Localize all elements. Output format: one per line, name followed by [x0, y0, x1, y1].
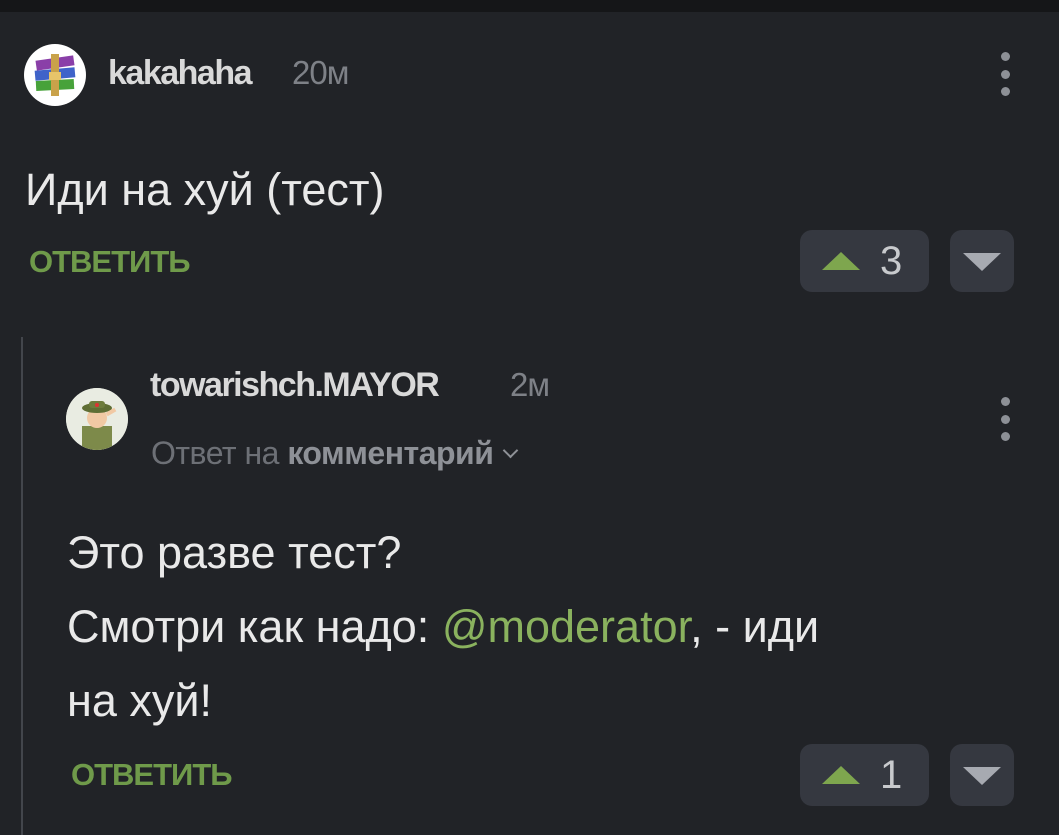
upvote-arrow-icon [822, 766, 860, 784]
upvote-arrow-icon [822, 252, 860, 270]
upvote-button[interactable]: 3 [800, 230, 929, 292]
downvote-button[interactable] [950, 744, 1014, 806]
more-options-icon[interactable] [993, 52, 1017, 96]
comment-username[interactable]: towarishch.MAYOR [150, 366, 440, 405]
downvote-button[interactable] [950, 230, 1014, 292]
downvote-arrow-icon [963, 253, 1001, 271]
mention-link[interactable]: @moderator [442, 601, 690, 652]
soldier-saluting-icon[interactable] [66, 388, 128, 450]
comment-text-segment: , - иди [690, 601, 820, 652]
comment-text-segment: Смотри как надо: [67, 601, 442, 652]
reply-to-prefix: Ответ на [151, 435, 279, 471]
upvote-button[interactable]: 1 [800, 744, 929, 806]
winrar-books-icon[interactable] [24, 44, 86, 106]
vote-count: 3 [880, 239, 903, 283]
thread-line [21, 337, 23, 835]
reply-to-target[interactable]: комментарий [287, 435, 494, 471]
comment-text-line-1: Это разве тест? [67, 527, 402, 578]
reply-button[interactable]: ОТВЕТИТЬ [71, 757, 233, 793]
status-bar-strip [0, 0, 1059, 12]
comment-text-line-3: на хуй! [67, 675, 213, 726]
comment-text-line-2: Смотри как надо: @moderator, - иди [67, 590, 819, 664]
downvote-arrow-icon [963, 767, 1001, 785]
reply-to-link[interactable]: Ответ на комментарий [151, 435, 519, 472]
comment-time: 2м [510, 366, 550, 403]
comment-text: Иди на хуй (тест) [25, 164, 385, 215]
reply-button[interactable]: ОТВЕТИТЬ [29, 244, 191, 280]
comment-time: 20м [292, 54, 349, 91]
vote-count: 1 [880, 753, 903, 797]
chevron-down-icon[interactable] [503, 442, 519, 459]
more-options-icon[interactable] [993, 397, 1017, 441]
comment-username[interactable]: kakahaha [108, 54, 253, 93]
